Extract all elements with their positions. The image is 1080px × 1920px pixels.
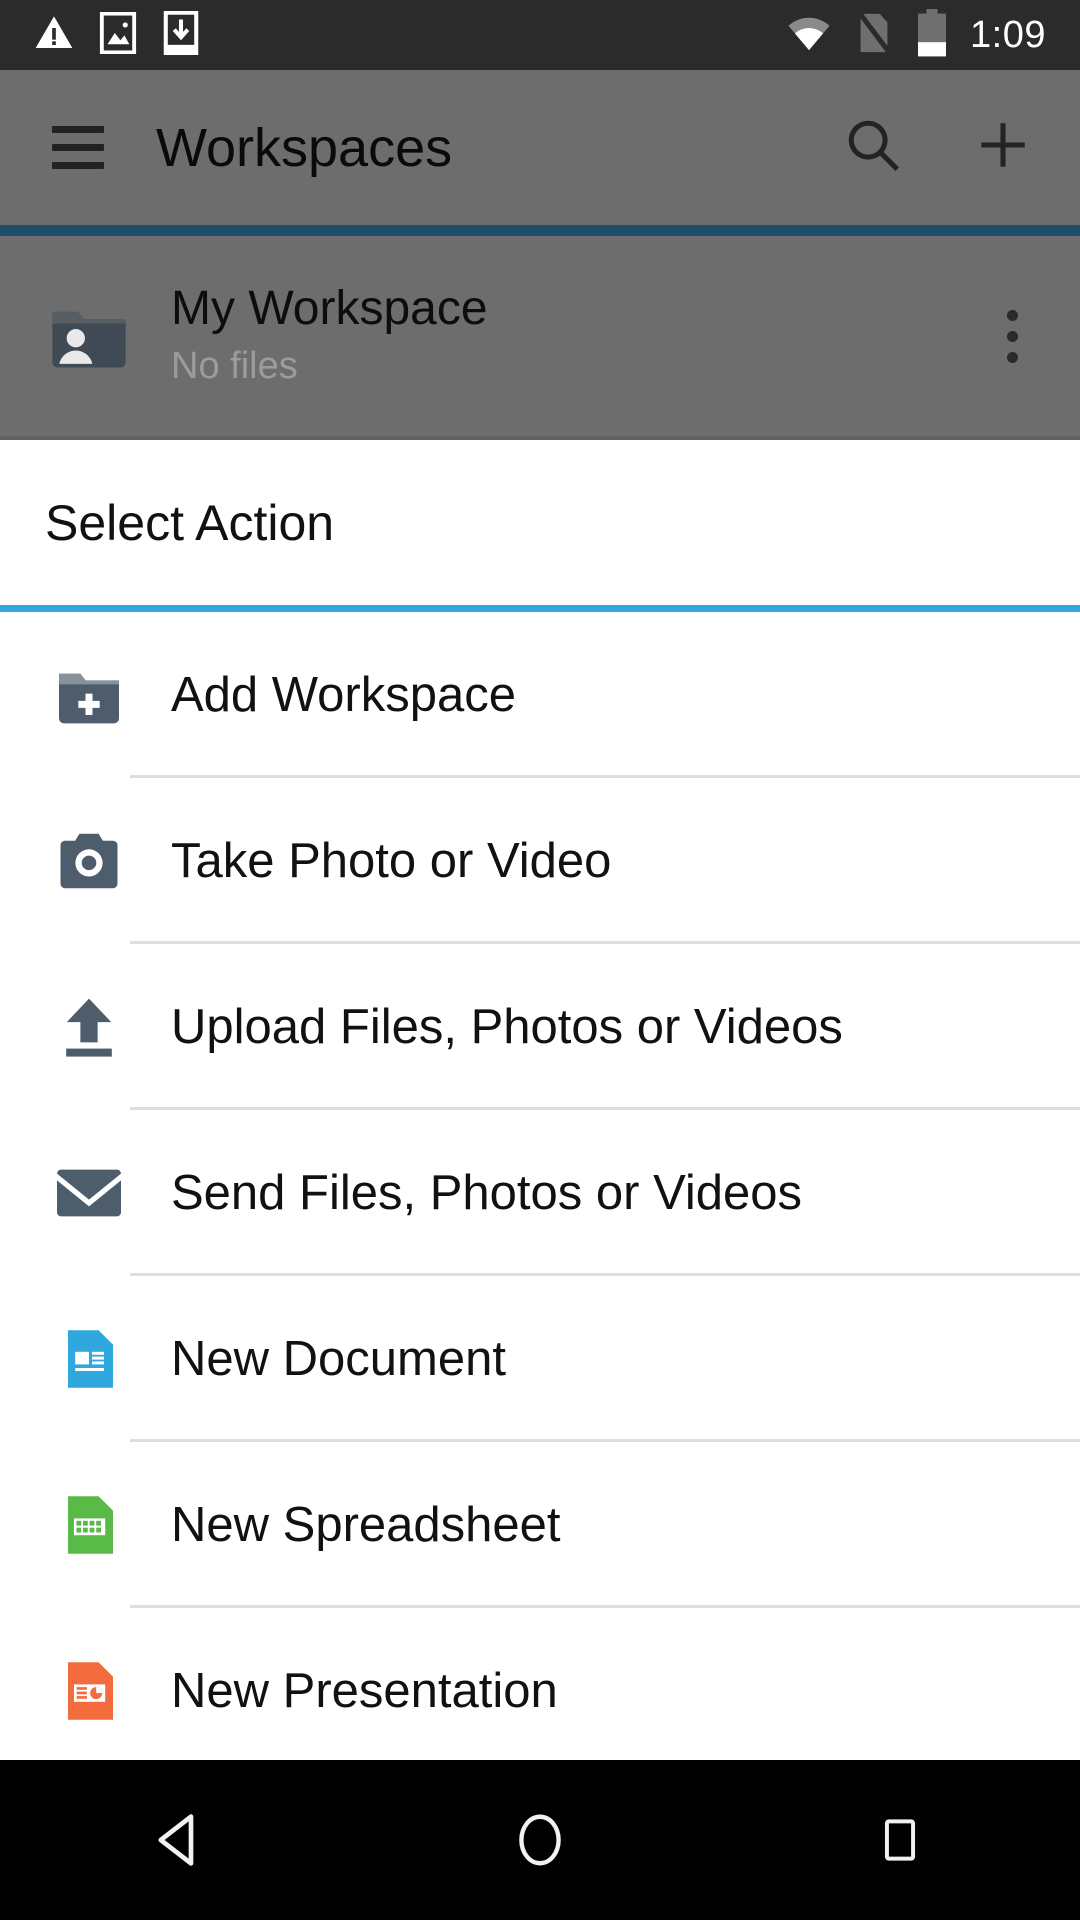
search-icon[interactable]	[844, 116, 902, 179]
workspace-subtitle: No files	[171, 344, 298, 387]
google-sheets-icon	[45, 1481, 133, 1569]
app-bar: Workspaces	[0, 70, 1080, 225]
action-label: New Document	[171, 1332, 506, 1386]
action-item-take-photo[interactable]: Take Photo or Video	[0, 778, 1080, 944]
action-label: New Presentation	[171, 1664, 558, 1718]
google-docs-icon	[45, 1315, 133, 1403]
more-vertical-icon[interactable]	[1007, 309, 1018, 363]
app-bar-accent-line	[0, 225, 1080, 236]
back-button[interactable]	[100, 1760, 260, 1920]
action-item-upload-files[interactable]: Upload Files, Photos or Videos	[0, 944, 1080, 1110]
wifi-icon	[786, 14, 832, 57]
status-bar-right-icons: 1:09	[786, 8, 1046, 62]
workspace-list-item[interactable]: My Workspace No files	[0, 236, 1080, 436]
action-label: Take Photo or Video	[171, 834, 612, 888]
action-item-new-presentation[interactable]: New Presentation	[0, 1608, 1080, 1760]
action-item-new-document[interactable]: New Document	[0, 1276, 1080, 1442]
battery-low-icon	[916, 8, 948, 62]
envelope-icon	[45, 1149, 133, 1237]
status-bar-clock: 1:09	[970, 13, 1046, 56]
recents-button[interactable]	[820, 1760, 980, 1920]
status-bar-left-icons	[34, 10, 200, 60]
action-label: Send Files, Photos or Videos	[171, 1166, 803, 1220]
google-slides-icon	[45, 1647, 133, 1735]
home-button[interactable]	[460, 1760, 620, 1920]
image-icon	[98, 11, 138, 59]
select-action-dialog: Select Action Add Workspace Take Photo o…	[0, 440, 1080, 1760]
action-item-send-files[interactable]: Send Files, Photos or Videos	[0, 1110, 1080, 1276]
action-item-add-workspace[interactable]: Add Workspace	[0, 612, 1080, 778]
page-title: Workspaces	[156, 117, 453, 178]
app-bar-actions	[844, 116, 1032, 179]
workspace-text-block: My Workspace No files	[171, 282, 488, 387]
hamburger-menu-icon[interactable]	[52, 126, 104, 169]
dialog-accent-line	[0, 605, 1080, 612]
no-sim-card-icon	[854, 9, 894, 61]
upload-arrow-icon	[45, 983, 133, 1071]
action-label: Add Workspace	[171, 668, 516, 722]
camera-icon	[45, 817, 133, 905]
action-label: New Spreadsheet	[171, 1498, 561, 1552]
warning-triangle-icon	[34, 13, 74, 58]
folder-person-icon	[45, 292, 133, 380]
download-to-device-icon	[162, 10, 200, 60]
plus-icon[interactable]	[974, 116, 1032, 179]
action-label: Upload Files, Photos or Videos	[171, 1000, 843, 1054]
dialog-title: Select Action	[45, 494, 335, 551]
workspace-title: My Workspace	[171, 282, 488, 336]
action-item-new-spreadsheet[interactable]: New Spreadsheet	[0, 1442, 1080, 1608]
android-navigation-bar	[0, 1760, 1080, 1920]
status-bar: 1:09	[0, 0, 1080, 70]
folder-add-icon	[45, 651, 133, 739]
